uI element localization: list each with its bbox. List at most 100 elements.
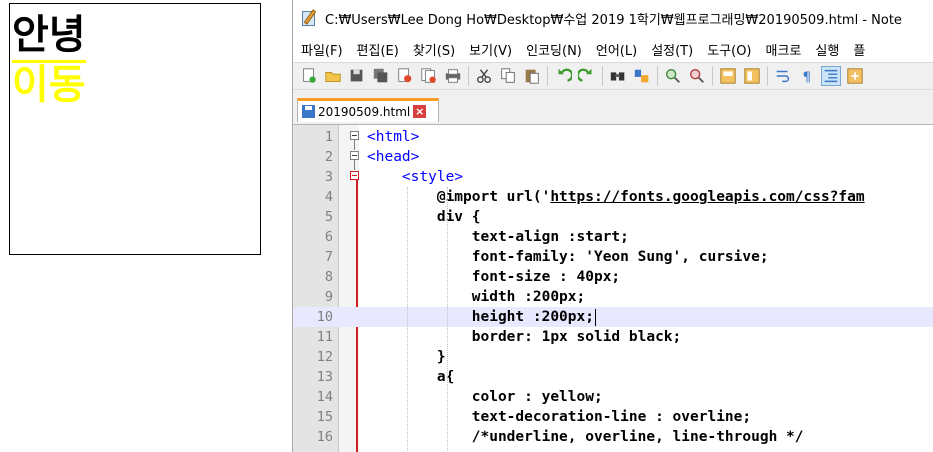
word-wrap-icon: [776, 70, 790, 83]
code-line[interactable]: 2 <head>: [293, 147, 933, 167]
replace-button[interactable]: [632, 66, 652, 86]
save-icon: [350, 69, 363, 82]
open-file-icon: [325, 71, 341, 82]
paste-icon: [525, 69, 539, 84]
code-line[interactable]: 1 <html>: [293, 127, 933, 147]
indent-guide-button[interactable]: [821, 66, 841, 86]
line-number: 3: [324, 169, 333, 185]
line-number: 12: [316, 349, 333, 365]
line-number: 2: [324, 149, 333, 165]
save-all-button[interactable]: [371, 66, 391, 86]
code-text: height :200px;: [367, 308, 596, 326]
sync-horizontal-button[interactable]: [742, 66, 762, 86]
svg-text:¶: ¶: [803, 69, 812, 85]
tab-bar: 20190509.html ×: [293, 90, 933, 124]
sync-vertical-button[interactable]: [718, 66, 738, 86]
indent-guide: [447, 187, 449, 452]
save-button[interactable]: [347, 66, 367, 86]
line-number: 11: [316, 329, 333, 345]
redo-button[interactable]: [577, 66, 597, 86]
preview-box: 안녕 이동: [9, 3, 261, 255]
code-text: font-family: 'Yeon Sung', cursive;: [367, 249, 769, 265]
menu-item[interactable]: 도구(O): [700, 40, 758, 59]
show-all-chars-button[interactable]: ¶: [797, 66, 817, 86]
code-text: color : yellow;: [367, 389, 603, 405]
code-line[interactable]: 12 }: [293, 347, 933, 367]
code-text: <head>: [367, 149, 420, 165]
menu-item[interactable]: 인코딩(N): [519, 40, 589, 59]
find-icon: [610, 72, 625, 81]
close-button[interactable]: [395, 66, 415, 86]
toolbar-separator: [767, 66, 768, 86]
code-text: a{: [367, 369, 455, 385]
find-button[interactable]: [608, 66, 628, 86]
open-file-button[interactable]: [323, 66, 343, 86]
new-file-button[interactable]: [299, 66, 319, 86]
undo-icon: [558, 68, 572, 82]
menu-item[interactable]: 찾기(S): [406, 40, 462, 59]
menu-item[interactable]: 설정(T): [644, 40, 700, 59]
code-line[interactable]: 11 border: 1px solid black;: [293, 327, 933, 347]
show-all-chars-icon: ¶: [803, 69, 812, 85]
line-number: 5: [324, 209, 333, 225]
udl-icon: [847, 68, 863, 84]
print-icon: [445, 69, 461, 83]
tab-20190509-html[interactable]: 20190509.html ×: [297, 98, 439, 122]
redo-icon: [578, 68, 592, 82]
zoom-in-icon: [666, 69, 680, 83]
code-line[interactable]: 16 /*underline, overline, line-through *…: [293, 427, 933, 447]
code-line[interactable]: 5 div {: [293, 207, 933, 227]
menu-item[interactable]: 편집(E): [350, 40, 406, 59]
code-line[interactable]: 3 <style>: [293, 167, 933, 187]
udl-button[interactable]: [845, 66, 865, 86]
print-button[interactable]: [443, 66, 463, 86]
code-line[interactable]: 4 @import url('https://fonts.googleapis.…: [293, 187, 933, 207]
code-editor[interactable]: 1 <html> 2 <head> 3 <style> 4 @import url('ht…: [293, 124, 933, 452]
code-line[interactable]: 8 font-size : 40px;: [293, 267, 933, 287]
menu-item[interactable]: 실행: [808, 40, 846, 59]
menu-bar: 파일(F) 편집(E) 찾기(S) 보기(V) 인코딩(N) 언어(L) 설정(T) 도구(O…: [293, 36, 933, 62]
toolbar: ¶: [293, 62, 933, 90]
zoom-in-button[interactable]: [663, 66, 683, 86]
paste-button[interactable]: [522, 66, 542, 86]
copy-button[interactable]: [498, 66, 518, 86]
line-number: 15: [316, 409, 333, 425]
notepad-app-icon: [301, 9, 319, 27]
indent-guide-icon: [824, 69, 838, 83]
tab-close-icon[interactable]: ×: [413, 105, 427, 118]
code-line[interactable]: 6 text-align :start;: [293, 227, 933, 247]
preview-link[interactable]: 이동: [12, 60, 86, 107]
cut-button[interactable]: [474, 66, 494, 86]
code-line[interactable]: 7 font-family: 'Yeon Sung', cursive;: [293, 247, 933, 267]
preview-hello-text: 안녕: [12, 12, 86, 58]
sync-horizontal-icon: [744, 68, 760, 84]
close-all-button[interactable]: [419, 66, 439, 86]
word-wrap-button[interactable]: [773, 66, 793, 86]
menu-item[interactable]: 매크로: [759, 40, 809, 59]
toolbar-separator: [547, 66, 548, 86]
line-number: 10: [316, 309, 333, 325]
menu-item[interactable]: 보기(V): [462, 40, 519, 59]
code-line[interactable]: 15 text-decoration-line : overline;: [293, 407, 933, 427]
code-line[interactable]: 9 width :200px;: [293, 287, 933, 307]
toolbar-separator: [468, 66, 469, 86]
menu-item[interactable]: 파일(F): [293, 40, 350, 59]
copy-icon: [501, 68, 515, 83]
line-number: 14: [316, 389, 333, 405]
undo-button[interactable]: [553, 66, 573, 86]
tab-label: 20190509.html: [318, 104, 411, 119]
title-bar: C:₩Users₩Lee Dong Ho₩Desktop₩수업 2019 1학기…: [293, 0, 933, 36]
code-line[interactable]: 14 color : yellow;: [293, 387, 933, 407]
code-line[interactable]: 13 a{: [293, 367, 933, 387]
menu-item[interactable]: 언어(L): [589, 40, 644, 59]
menu-item[interactable]: 플: [846, 40, 872, 59]
code-line[interactable]: 10 height :200px;: [293, 307, 933, 327]
editor-window: C:₩Users₩Lee Dong Ho₩Desktop₩수업 2019 1학기…: [292, 0, 933, 452]
sync-vertical-icon: [720, 68, 736, 84]
code-text: text-decoration-line : overline;: [367, 409, 752, 425]
line-number: 6: [324, 229, 333, 245]
line-number: 16: [316, 429, 333, 445]
line-number: 13: [316, 369, 333, 385]
zoom-out-button[interactable]: [687, 66, 707, 86]
code-text: /*underline, overline, line-through */: [367, 429, 804, 445]
